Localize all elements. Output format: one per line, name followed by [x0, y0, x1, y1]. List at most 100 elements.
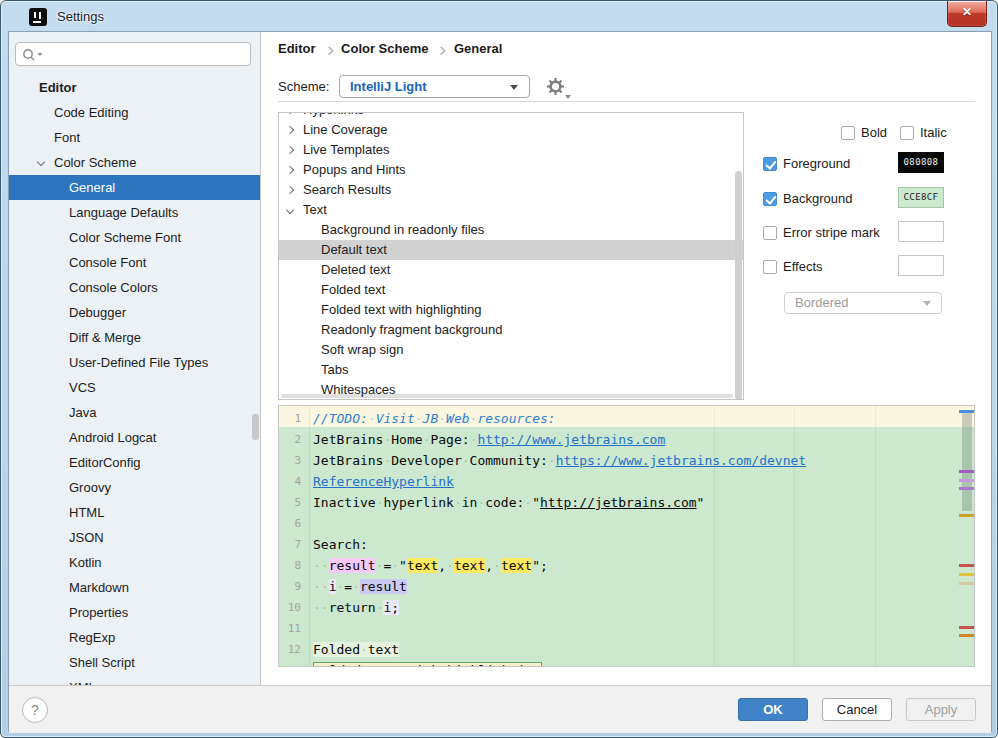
apply-button[interactable]: Apply: [906, 698, 976, 721]
sidebar-item-language-defaults[interactable]: Language Defaults: [9, 200, 261, 225]
foreground-checkbox[interactable]: [763, 157, 777, 171]
scheme-actions-button[interactable]: [547, 78, 569, 98]
editor-line[interactable]: 8··result·=·"text,·text,·text";: [279, 555, 974, 576]
help-button[interactable]: ?: [22, 697, 48, 723]
dropdown-arrow-icon: [565, 95, 571, 99]
sidebar-item-xml[interactable]: XML: [9, 675, 261, 685]
option-item-label: Live Templates: [279, 142, 389, 157]
color-options-rows: HyperlinksLine Coverage Live Templates Pop…: [279, 112, 743, 400]
bold-checkbox[interactable]: [841, 126, 855, 140]
sidebar-item-font[interactable]: Font: [9, 125, 261, 150]
editor-line[interactable]: 2JetBrains·Home·Page:·http://www.jetbrai…: [279, 429, 974, 450]
background-color-swatch[interactable]: CCE8CF: [898, 187, 944, 208]
sidebar-item-general[interactable]: General: [9, 175, 261, 200]
option-item-soft-wrap-sign[interactable]: Soft wrap sign: [279, 340, 743, 360]
editor-line[interactable]: 7Search:: [279, 534, 974, 555]
editor-line[interactable]: 5Inactive·hyperlink·in·code:·"http://jet…: [279, 492, 974, 513]
option-item-folded-text[interactable]: Folded text: [279, 280, 743, 300]
sidebar-item-debugger[interactable]: Debugger: [9, 300, 261, 325]
intellij-logo-icon: [29, 8, 47, 26]
ok-button[interactable]: OK: [738, 698, 808, 721]
tree-vertical-scrollbar-thumb[interactable]: [735, 171, 742, 400]
sidebar-item-vcs[interactable]: VCS: [9, 375, 261, 400]
sidebar-item-console-colors[interactable]: Console Colors: [9, 275, 261, 300]
sidebar-item-color-scheme-font[interactable]: Color Scheme Font: [9, 225, 261, 250]
sidebar-item-editorconfig[interactable]: EditorConfig: [9, 450, 261, 475]
sidebar-item-java[interactable]: Java: [9, 400, 261, 425]
sidebar-item-label: Code Editing: [9, 105, 128, 120]
sidebar-item-label: Java: [9, 405, 96, 420]
editor-scrollbar-thumb[interactable]: [962, 410, 972, 511]
editor-line[interactable]: 9··i·=·result: [279, 576, 974, 597]
option-item-background-in-readonly-files[interactable]: Background in readonly files: [279, 220, 743, 240]
line-number: 9: [279, 576, 301, 597]
sidebar-item-regexp[interactable]: RegExp: [9, 625, 261, 650]
footer: ? OK Cancel Apply: [9, 685, 991, 733]
italic-checkbox[interactable]: [900, 126, 914, 140]
sidebar-item-kotlin[interactable]: Kotlin: [9, 550, 261, 575]
preview-editor[interactable]: 1//TODO:·Visit·JB·Web·resources:2JetBrai…: [278, 405, 975, 667]
tree-horizontal-scrollbar-thumb[interactable]: [281, 394, 733, 398]
breadcrumb-item-color-scheme[interactable]: Color Scheme: [341, 41, 428, 56]
editor-line[interactable]: 1//TODO:·Visit·JB·Web·resources:: [279, 408, 974, 429]
sidebar-item-editor[interactable]: Editor: [9, 75, 261, 100]
sidebar-item-properties[interactable]: Properties: [9, 600, 261, 625]
stripe-mark: [959, 410, 974, 413]
line-code: Inactive·hyperlink·in·code:·"http://jetb…: [313, 492, 704, 513]
sidebar-item-color-scheme[interactable]: Color Scheme: [9, 150, 261, 175]
stripe-mark: [959, 479, 974, 482]
effects-checkbox[interactable]: [763, 260, 777, 274]
bold-label: Bold: [861, 125, 887, 140]
titlebar[interactable]: Settings ✕: [1, 1, 997, 31]
option-item-search-results[interactable]: Search Results: [279, 180, 743, 200]
background-checkbox[interactable]: [763, 192, 777, 206]
editor-line[interactable]: 12Folded·text: [279, 639, 974, 660]
option-item-popups-and-hints[interactable]: Popups and Hints: [279, 160, 743, 180]
sidebar-item-label: Color Scheme: [9, 155, 136, 170]
settings-window: Settings ✕ Editor Code Editing Font Color S…: [0, 0, 998, 738]
effect-type-select[interactable]: Bordered: [784, 292, 942, 314]
sidebar-item-android-logcat[interactable]: Android Logcat: [9, 425, 261, 450]
sidebar-item-user-defined-file-types[interactable]: User-Defined File Types: [9, 350, 261, 375]
scheme-select[interactable]: IntelliJ Light: [339, 75, 530, 98]
effects-color-swatch[interactable]: [898, 255, 944, 276]
sidebar-item-label: Groovy: [9, 480, 111, 495]
cancel-button[interactable]: Cancel: [822, 698, 892, 721]
line-number: 10: [279, 597, 301, 618]
option-item-folded-text-with-highlighting[interactable]: Folded text with highlighting: [279, 300, 743, 320]
sidebar-item-console-font[interactable]: Console Font: [9, 250, 261, 275]
sidebar-scrollbar-thumb[interactable]: [252, 414, 259, 440]
sidebar-item-label: User-Defined File Types: [9, 355, 208, 370]
close-button[interactable]: ✕: [947, 1, 987, 27]
option-item-deleted-text[interactable]: Deleted text: [279, 260, 743, 280]
sidebar-item-json[interactable]: JSON: [9, 525, 261, 550]
option-item-readonly-fragment-background[interactable]: Readonly fragment background: [279, 320, 743, 340]
breadcrumb-item-general[interactable]: General: [454, 41, 502, 56]
editor-line[interactable]: 4ReferenceHyperlink: [279, 471, 974, 492]
search-input[interactable]: [15, 42, 251, 66]
error-stripe-mark-checkbox[interactable]: [763, 226, 777, 240]
editor-line[interactable]: 3JetBrains·Developer·Community:·https://…: [279, 450, 974, 471]
option-item-hyperlinks[interactable]: Hyperlinks: [279, 112, 743, 120]
sidebar-item-code-editing[interactable]: Code Editing: [9, 100, 261, 125]
error-stripe-mark-color-swatch[interactable]: [898, 221, 944, 242]
option-item-live-templates[interactable]: Live Templates: [279, 140, 743, 160]
foreground-color-swatch[interactable]: 080808: [898, 152, 944, 173]
line-code: Folded·text·with·highlighting: [313, 660, 542, 667]
option-item-line-coverage[interactable]: Line Coverage: [279, 120, 743, 140]
sidebar-item-diff-merge[interactable]: Diff & Merge: [9, 325, 261, 350]
editor-line[interactable]: 6: [279, 513, 974, 534]
option-item-tabs[interactable]: Tabs: [279, 360, 743, 380]
sidebar-item-html[interactable]: HTML: [9, 500, 261, 525]
editor-line[interactable]: 13Folded·text·with·highlighting: [279, 660, 974, 667]
breadcrumb-item-editor[interactable]: Editor: [278, 41, 316, 56]
option-item-text[interactable]: Text: [279, 200, 743, 220]
sidebar-item-shell-script[interactable]: Shell Script: [9, 650, 261, 675]
sidebar-item-label: Android Logcat: [9, 430, 156, 445]
sidebar-item-markdown[interactable]: Markdown: [9, 575, 261, 600]
editor-line[interactable]: 11: [279, 618, 974, 639]
option-item-default-text[interactable]: Default text: [279, 240, 743, 260]
editor-line[interactable]: 10··return·i;: [279, 597, 974, 618]
sidebar-item-groovy[interactable]: Groovy: [9, 475, 261, 500]
line-code: Search:: [313, 534, 368, 555]
